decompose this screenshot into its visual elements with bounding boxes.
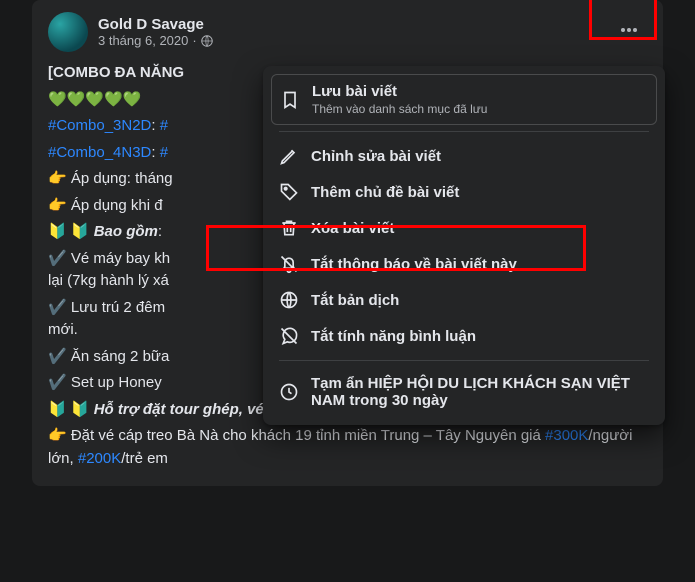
- menu-item-text: Lưu bài viết Thêm vào danh sách mục đã l…: [312, 83, 648, 116]
- menu-item-translate-off[interactable]: Tắt bản dịch: [271, 282, 657, 318]
- pencil-icon: [279, 146, 299, 166]
- post-options-menu: Lưu bài viết Thêm vào danh sách mục đã l…: [263, 66, 665, 425]
- menu-item-label: Chỉnh sửa bài viết: [311, 148, 649, 165]
- menu-item-label: Tạm ẩn HIỆP HỘI DU LỊCH KHÁCH SẠN VIỆT N…: [311, 375, 649, 409]
- menu-item-label: Thêm chủ đề bài viết: [311, 184, 649, 201]
- trash-icon: [279, 218, 299, 238]
- menu-separator: [279, 360, 649, 361]
- menu-item-label: Tắt bản dịch: [311, 292, 649, 309]
- menu-item-notif-off[interactable]: Tắt thông báo về bài viết này: [271, 246, 657, 282]
- clock-icon: [279, 382, 299, 402]
- menu-item-label: Tắt tính năng bình luận: [311, 328, 649, 345]
- menu-item-label: Xóa bài viết: [311, 220, 649, 237]
- author-name[interactable]: Gold D Savage: [98, 16, 647, 33]
- menu-item-comment-off[interactable]: Tắt tính năng bình luận: [271, 318, 657, 354]
- menu-item-snooze[interactable]: Tạm ẩn HIỆP HỘI DU LỊCH KHÁCH SẠN VIỆT N…: [271, 367, 657, 417]
- bookmark-icon: [280, 90, 300, 110]
- avatar[interactable]: [48, 12, 88, 52]
- menu-separator: [279, 131, 649, 132]
- menu-item-edit[interactable]: Chỉnh sửa bài viết: [271, 138, 657, 174]
- more-options-button[interactable]: [611, 12, 647, 48]
- menu-item-label: Tắt thông báo về bài viết này: [311, 256, 649, 273]
- post-date[interactable]: 3 tháng 6, 2020: [98, 33, 188, 48]
- globe-off-icon: [279, 290, 299, 310]
- post-header: Gold D Savage 3 tháng 6, 2020 ·: [32, 12, 663, 52]
- post-line: 👉 Đặt vé cáp treo Bà Nà cho khách 19 tỉn…: [48, 425, 647, 470]
- tag-icon: [279, 182, 299, 202]
- globe-icon[interactable]: [201, 35, 213, 47]
- bell-off-icon: [279, 254, 299, 274]
- meta-separator: ·: [192, 33, 196, 48]
- menu-item-sub: Thêm vào danh sách mục đã lưu: [312, 102, 648, 116]
- menu-item-label: Lưu bài viết: [312, 83, 648, 100]
- comment-off-icon: [279, 326, 299, 346]
- author-block: Gold D Savage 3 tháng 6, 2020 ·: [98, 16, 647, 48]
- menu-item-save[interactable]: Lưu bài viết Thêm vào danh sách mục đã l…: [271, 74, 657, 125]
- menu-item-topic[interactable]: Thêm chủ đề bài viết: [271, 174, 657, 210]
- menu-item-delete[interactable]: Xóa bài viết: [271, 210, 657, 246]
- post-meta: 3 tháng 6, 2020 ·: [98, 33, 647, 48]
